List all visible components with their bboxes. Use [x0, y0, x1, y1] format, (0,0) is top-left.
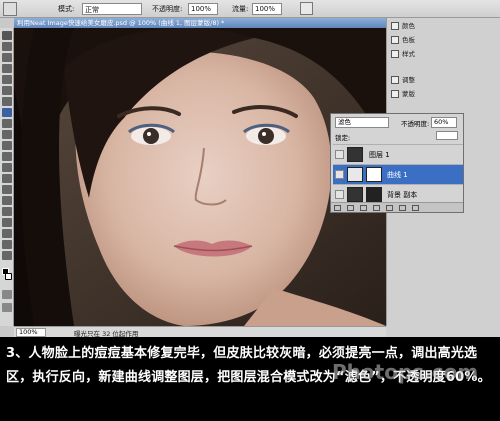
move-tool-icon[interactable]	[2, 31, 12, 40]
layers-panel: 滤色 不透明度: 60% 锁定: 图层 1 曲线 1 背景 副本	[330, 113, 464, 213]
photoshop-window: 模式: 正常 不透明度: 100% 流量: 100% 利用Neat Image快…	[0, 0, 500, 338]
lock-label: 锁定:	[335, 134, 351, 142]
layer-mask-thumbnail[interactable]	[366, 167, 382, 182]
opacity-input[interactable]: 100%	[188, 3, 218, 15]
pen-tool-icon[interactable]	[2, 185, 12, 194]
layer-opacity-label: 不透明度:	[401, 120, 430, 128]
quick-mask-icon[interactable]	[2, 290, 12, 299]
history-brush-tool-icon[interactable]	[2, 130, 12, 139]
layer-name: 曲线 1	[387, 171, 408, 179]
flow-label: 流量:	[232, 5, 249, 13]
brush-tool-icon[interactable]	[2, 108, 12, 117]
curves-adjustment-icon	[347, 167, 363, 182]
airbrush-icon[interactable]	[300, 2, 313, 15]
shape-tool-icon[interactable]	[2, 218, 12, 227]
color-icon	[391, 22, 399, 30]
dock-item-styles[interactable]: 样式	[391, 48, 427, 60]
layers-panel-footer	[331, 202, 463, 212]
3d-tool-icon[interactable]	[2, 229, 12, 238]
zoom-field[interactable]: 100%	[16, 328, 46, 337]
layer-row[interactable]: 背景 副本	[333, 184, 463, 204]
dock-item-color[interactable]: 颜色	[391, 20, 427, 32]
layer-thumbnail	[347, 187, 363, 202]
gradient-tool-icon[interactable]	[2, 152, 12, 161]
screen-mode-icon[interactable]	[2, 303, 12, 312]
adjustment-layer-icon[interactable]	[373, 205, 380, 211]
link-icon[interactable]	[334, 205, 341, 211]
type-tool-icon[interactable]	[2, 196, 12, 205]
layer-name: 背景 副本	[387, 191, 418, 199]
status-info[interactable]: 曝光只在 32 位起作用	[74, 328, 138, 338]
magic-wand-tool-icon[interactable]	[2, 64, 12, 73]
fill-input[interactable]	[436, 131, 458, 140]
opacity-label: 不透明度:	[152, 5, 183, 13]
mode-label: 模式:	[58, 5, 75, 13]
new-layer-icon[interactable]	[399, 205, 406, 211]
dock-item-swatches[interactable]: 色板	[391, 34, 427, 46]
layer-mask-thumbnail[interactable]	[366, 187, 382, 202]
blend-mode-select[interactable]: 滤色	[335, 117, 389, 128]
dock-item-masks[interactable]: 蒙版	[391, 88, 427, 100]
path-selection-tool-icon[interactable]	[2, 207, 12, 216]
watermark: Photops.com	[332, 360, 479, 384]
flow-input[interactable]: 100%	[252, 3, 282, 15]
visibility-eye-icon[interactable]	[335, 150, 344, 159]
layer-opacity-input[interactable]: 60%	[431, 117, 457, 128]
eyedropper-tool-icon[interactable]	[2, 86, 12, 95]
lasso-tool-icon[interactable]	[2, 53, 12, 62]
layer-thumbnail	[347, 147, 363, 162]
background-color-icon[interactable]	[5, 273, 12, 280]
masks-icon	[391, 90, 399, 98]
crop-tool-icon[interactable]	[2, 75, 12, 84]
stamp-tool-icon[interactable]	[2, 119, 12, 128]
group-icon[interactable]	[386, 205, 393, 211]
brush-tool-icon[interactable]	[3, 2, 17, 16]
visibility-eye-icon[interactable]	[335, 170, 344, 179]
document-title-bar[interactable]: 利用Neat Image快速给美女磨皮.psd @ 100% (曲线 1, 图层…	[14, 18, 386, 28]
add-mask-icon[interactable]	[360, 205, 367, 211]
fx-icon[interactable]	[347, 205, 354, 211]
mode-select[interactable]: 正常	[82, 3, 142, 15]
layer-row[interactable]: 图层 1	[333, 144, 463, 164]
swatches-icon	[391, 36, 399, 44]
options-bar: 模式: 正常 不透明度: 100% 流量: 100%	[0, 0, 500, 18]
hand-tool-icon[interactable]	[2, 240, 12, 249]
dock-item-adjustments[interactable]: 调整	[391, 74, 427, 86]
toolbox	[0, 28, 14, 326]
visibility-eye-icon[interactable]	[335, 190, 344, 199]
layer-row-selected[interactable]: 曲线 1	[333, 164, 463, 184]
tray-bar	[386, 326, 500, 337]
healing-tool-icon[interactable]	[2, 97, 12, 106]
zoom-tool-icon[interactable]	[2, 251, 12, 260]
blur-tool-icon[interactable]	[2, 163, 12, 172]
eraser-tool-icon[interactable]	[2, 141, 12, 150]
adjustments-icon	[391, 76, 399, 84]
layer-name: 图层 1	[369, 151, 390, 159]
marquee-tool-icon[interactable]	[2, 42, 12, 51]
status-bar: 100% 曝光只在 32 位起作用	[14, 326, 386, 338]
trash-icon[interactable]	[412, 205, 419, 211]
dodge-tool-icon[interactable]	[2, 174, 12, 183]
styles-icon	[391, 50, 399, 58]
